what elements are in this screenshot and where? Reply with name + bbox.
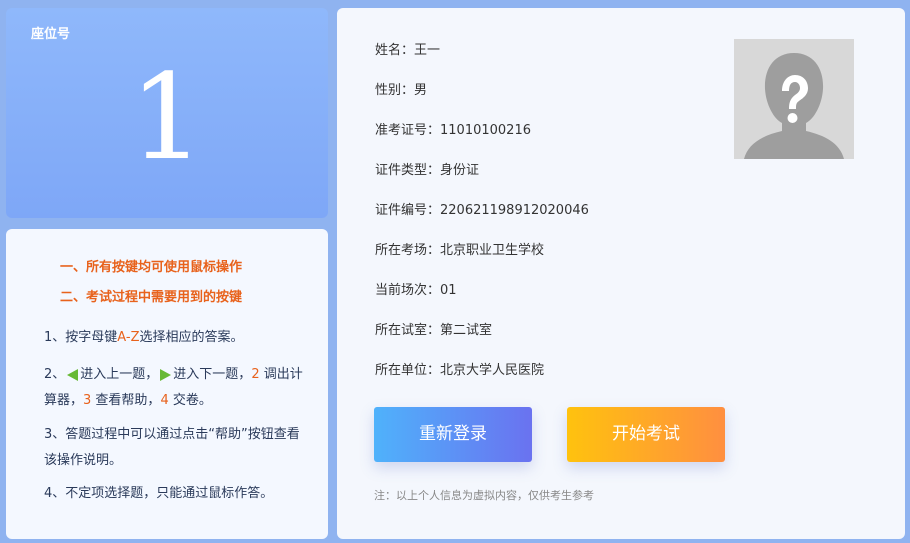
field-gender: 性别：男 [375,83,428,98]
field-id-number: 证件编号：220621198912020046 [375,203,589,218]
seat-panel: 座位号 1 [6,8,328,218]
field-id-type: 证件类型：身份证 [375,163,480,178]
field-exam-room: 所在试室：第二试室 [375,323,493,338]
instructions-panel: 一、所有按键均可使用鼠标操作 二、考试过程中需要用到的按键 1、按字母键A-Z选… [6,229,328,539]
guide-item-3: 3、答题过程中可以通过点击“帮助”按钮查看该操作说明。 [44,427,300,468]
field-exam-venue: 所在考场：北京职业卫生学校 [375,243,545,258]
start-exam-button[interactable]: 开始考试 [567,407,725,462]
guide-heading-2: 二、考试过程中需要用到的按键 [60,290,243,305]
disclaimer-note: 注：以上个人信息为虚拟内容，仅供考生参考 [374,489,594,502]
avatar-placeholder-icon [734,39,854,159]
field-ticket-number: 准考证号：11010100216 [375,123,531,138]
guide-item-1: 1、按字母键A-Z选择相应的答案。 [44,330,244,345]
field-organization: 所在单位：北京大学人民医院 [375,363,545,378]
key-az: A-Z [117,330,140,345]
field-name: 姓名：王一 [375,43,441,58]
guide-item-4: 4、不定项选择题，只能通过鼠标作答。 [44,486,274,501]
candidate-info-panel: 姓名：王一 性别：男 准考证号：11010100216 证件类型：身份证 证件编… [337,8,905,539]
field-session: 当前场次：01 [375,283,457,298]
relogin-button[interactable]: 重新登录 [374,407,532,462]
guide-heading-1: 一、所有按键均可使用鼠标操作 [60,260,243,275]
guide-item-2: 2、 进入上一题， 进入下一题，2 调出计算器，3 查看帮助，4 交卷。 [44,367,303,408]
arrow-right-icon [160,368,172,381]
arrow-left-icon [67,368,79,381]
seat-number: 1 [129,48,205,186]
seat-label: 座位号 [31,27,71,42]
